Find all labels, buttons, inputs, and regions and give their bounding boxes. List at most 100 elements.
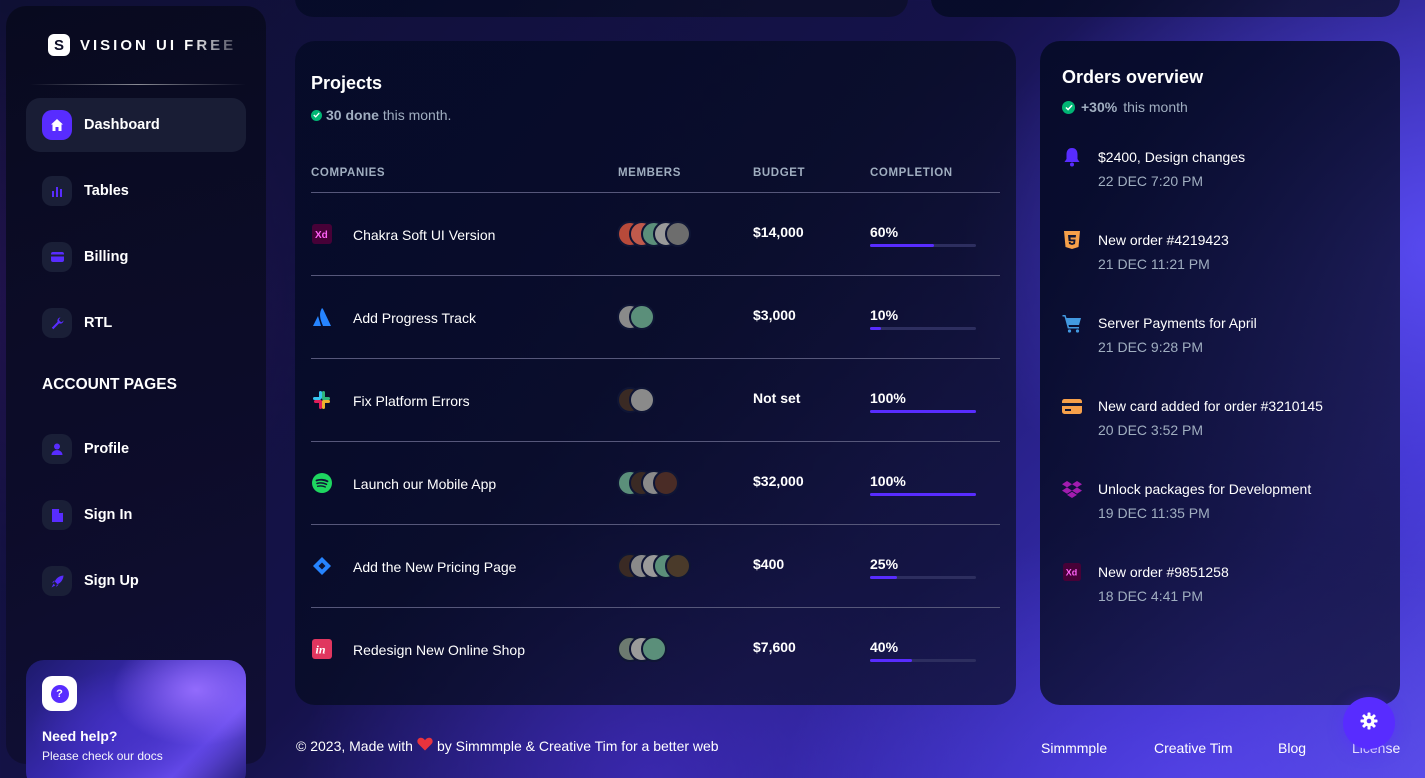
avatar — [629, 304, 655, 330]
table-row[interactable]: Xd Chakra Soft UI Version $14,000 60% — [311, 193, 1000, 276]
svg-text:Xd: Xd — [315, 230, 328, 241]
timeline-date: 20 DEC 3:52 PM — [1098, 422, 1204, 438]
heart-icon — [417, 737, 433, 754]
company-name: Fix Platform Errors — [353, 393, 470, 409]
sidebar-item-profile[interactable]: Profile — [26, 422, 246, 476]
cart-icon — [1062, 313, 1082, 333]
person-icon — [42, 434, 72, 464]
credit-card-icon — [1062, 396, 1082, 416]
sidebar-item-label: Sign Up — [84, 573, 139, 589]
need-help-card: ? Need help? Please check our docs — [26, 660, 246, 778]
adobe-xd-icon: Xd — [1062, 562, 1082, 582]
adobe-xd-icon: Xd — [311, 223, 333, 245]
footer-link-creative-tim[interactable]: Creative Tim — [1154, 740, 1233, 756]
projects-done-suffix: this month. — [382, 107, 452, 123]
budget-value: $7,600 — [753, 639, 796, 655]
sidebar-item-label: Tables — [84, 183, 129, 199]
progress-bar — [870, 493, 976, 496]
orders-subtitle: +30% this month — [1062, 99, 1188, 115]
timeline-item[interactable]: New card added for order #3210145 20 DEC… — [1062, 388, 1382, 448]
timeline-item[interactable]: Server Payments for April 21 DEC 9:28 PM — [1062, 305, 1382, 365]
sidebar-item-tables[interactable]: Tables — [26, 164, 246, 218]
footer-link-blog[interactable]: Blog — [1278, 740, 1306, 756]
progress-fill — [870, 244, 934, 247]
progress-fill — [870, 327, 881, 330]
table-row[interactable]: Add the New Pricing Page $400 25% — [311, 525, 1000, 608]
company-name: Redesign New Online Shop — [353, 642, 525, 658]
sidebar-item-sign-up[interactable]: Sign Up — [26, 554, 246, 608]
sidebar-item-label: Billing — [84, 249, 129, 265]
budget-value: Not set — [753, 390, 801, 406]
progress-bar — [870, 327, 976, 330]
top-card-left — [295, 0, 908, 17]
column-header-companies: COMPANIES — [311, 167, 386, 179]
orders-title: Orders overview — [1062, 67, 1204, 87]
atlassian-icon — [311, 306, 333, 328]
brand[interactable]: S VISION UI FREE — [48, 34, 236, 56]
avatar — [641, 636, 667, 662]
timeline-date: 21 DEC 11:21 PM — [1098, 256, 1210, 272]
svg-text:in: in — [316, 643, 326, 657]
sidebar-item-label: RTL — [84, 315, 113, 331]
timeline-title: New order #9851258 — [1098, 564, 1229, 580]
column-header-budget: BUDGET — [753, 167, 806, 179]
credit-card-icon — [42, 242, 72, 272]
gear-icon — [1360, 712, 1378, 735]
sidebar-item-label: Dashboard — [84, 117, 160, 133]
timeline-item[interactable]: Xd New order #9851258 18 DEC 4:41 PM — [1062, 554, 1382, 614]
timeline-title: Unlock packages for Development — [1098, 481, 1312, 497]
completion-value: 40% — [870, 639, 899, 655]
progress-bar — [870, 244, 976, 247]
progress-bar — [870, 659, 976, 662]
timeline-title: Server Payments for April — [1098, 315, 1257, 331]
company-name: Add the New Pricing Page — [353, 559, 517, 575]
timeline-item[interactable]: $2400, Design changes 22 DEC 7:20 PM — [1062, 139, 1382, 199]
home-icon — [42, 110, 72, 140]
projects-done-count: 30 done — [326, 107, 379, 123]
copyright-prefix: © 2023, Made with — [296, 737, 413, 754]
timeline-item[interactable]: Unlock packages for Development 19 DEC 1… — [1062, 471, 1382, 531]
table-row[interactable]: Add Progress Track $3,000 10% — [311, 276, 1000, 359]
progress-bar — [870, 410, 976, 413]
timeline-date: 21 DEC 9:28 PM — [1098, 339, 1204, 355]
timeline-title: New card added for order #3210145 — [1098, 398, 1323, 414]
sidebar-item-label: Sign In — [84, 507, 133, 523]
budget-value: $14,000 — [753, 224, 804, 240]
orders-growth: +30% — [1081, 99, 1118, 115]
help-title: Need help? — [42, 728, 118, 744]
sidebar-item-dashboard[interactable]: Dashboard — [26, 98, 246, 152]
top-card-right — [931, 0, 1400, 17]
sidebar-item-billing[interactable]: Billing — [26, 230, 246, 284]
question-icon: ? — [42, 676, 77, 711]
rocket-icon — [42, 566, 72, 596]
settings-button[interactable] — [1343, 697, 1395, 749]
projects-card: Projects 30 done this month. COMPANIES M… — [295, 41, 1016, 705]
svg-text:Xd: Xd — [1066, 568, 1078, 578]
projects-title: Projects — [311, 73, 383, 93]
section-title-account-pages: ACCOUNT PAGES — [42, 376, 177, 393]
sidebar-item-rtl[interactable]: RTL — [26, 296, 246, 350]
copyright-suffix: by Simmmple & Creative Tim for a better … — [436, 737, 719, 754]
footer-link-simmmple[interactable]: Simmmple — [1041, 740, 1107, 756]
timeline-item[interactable]: New order #4219423 21 DEC 11:21 PM — [1062, 222, 1382, 282]
bar-chart-icon — [42, 176, 72, 206]
spotify-icon — [311, 472, 333, 494]
table-row[interactable]: in Redesign New Online Shop $7,600 40% — [311, 608, 1000, 691]
brand-logo-icon: S — [48, 34, 70, 56]
table-row[interactable]: Launch our Mobile App $32,000 100% — [311, 442, 1000, 525]
timeline-date: 19 DEC 11:35 PM — [1098, 505, 1210, 521]
progress-fill — [870, 493, 976, 496]
sidebar: S VISION UI FREE Dashboard Tables Billin… — [6, 6, 266, 778]
orders-growth-suffix: this month — [1123, 99, 1188, 115]
avatar — [665, 553, 691, 579]
dropbox-icon — [1062, 479, 1082, 499]
progress-fill — [870, 659, 913, 662]
progress-fill — [870, 576, 897, 579]
orders-overview-card: Orders overview +30% this month $2400, D… — [1040, 41, 1400, 705]
budget-value: $400 — [753, 556, 785, 572]
sidebar-item-sign-in[interactable]: Sign In — [26, 488, 246, 542]
timeline-title: $2400, Design changes — [1098, 149, 1246, 165]
avatar — [653, 470, 679, 496]
table-row[interactable]: Fix Platform Errors Not set 100% — [311, 359, 1000, 442]
help-subtitle: Please check our docs — [42, 749, 163, 763]
